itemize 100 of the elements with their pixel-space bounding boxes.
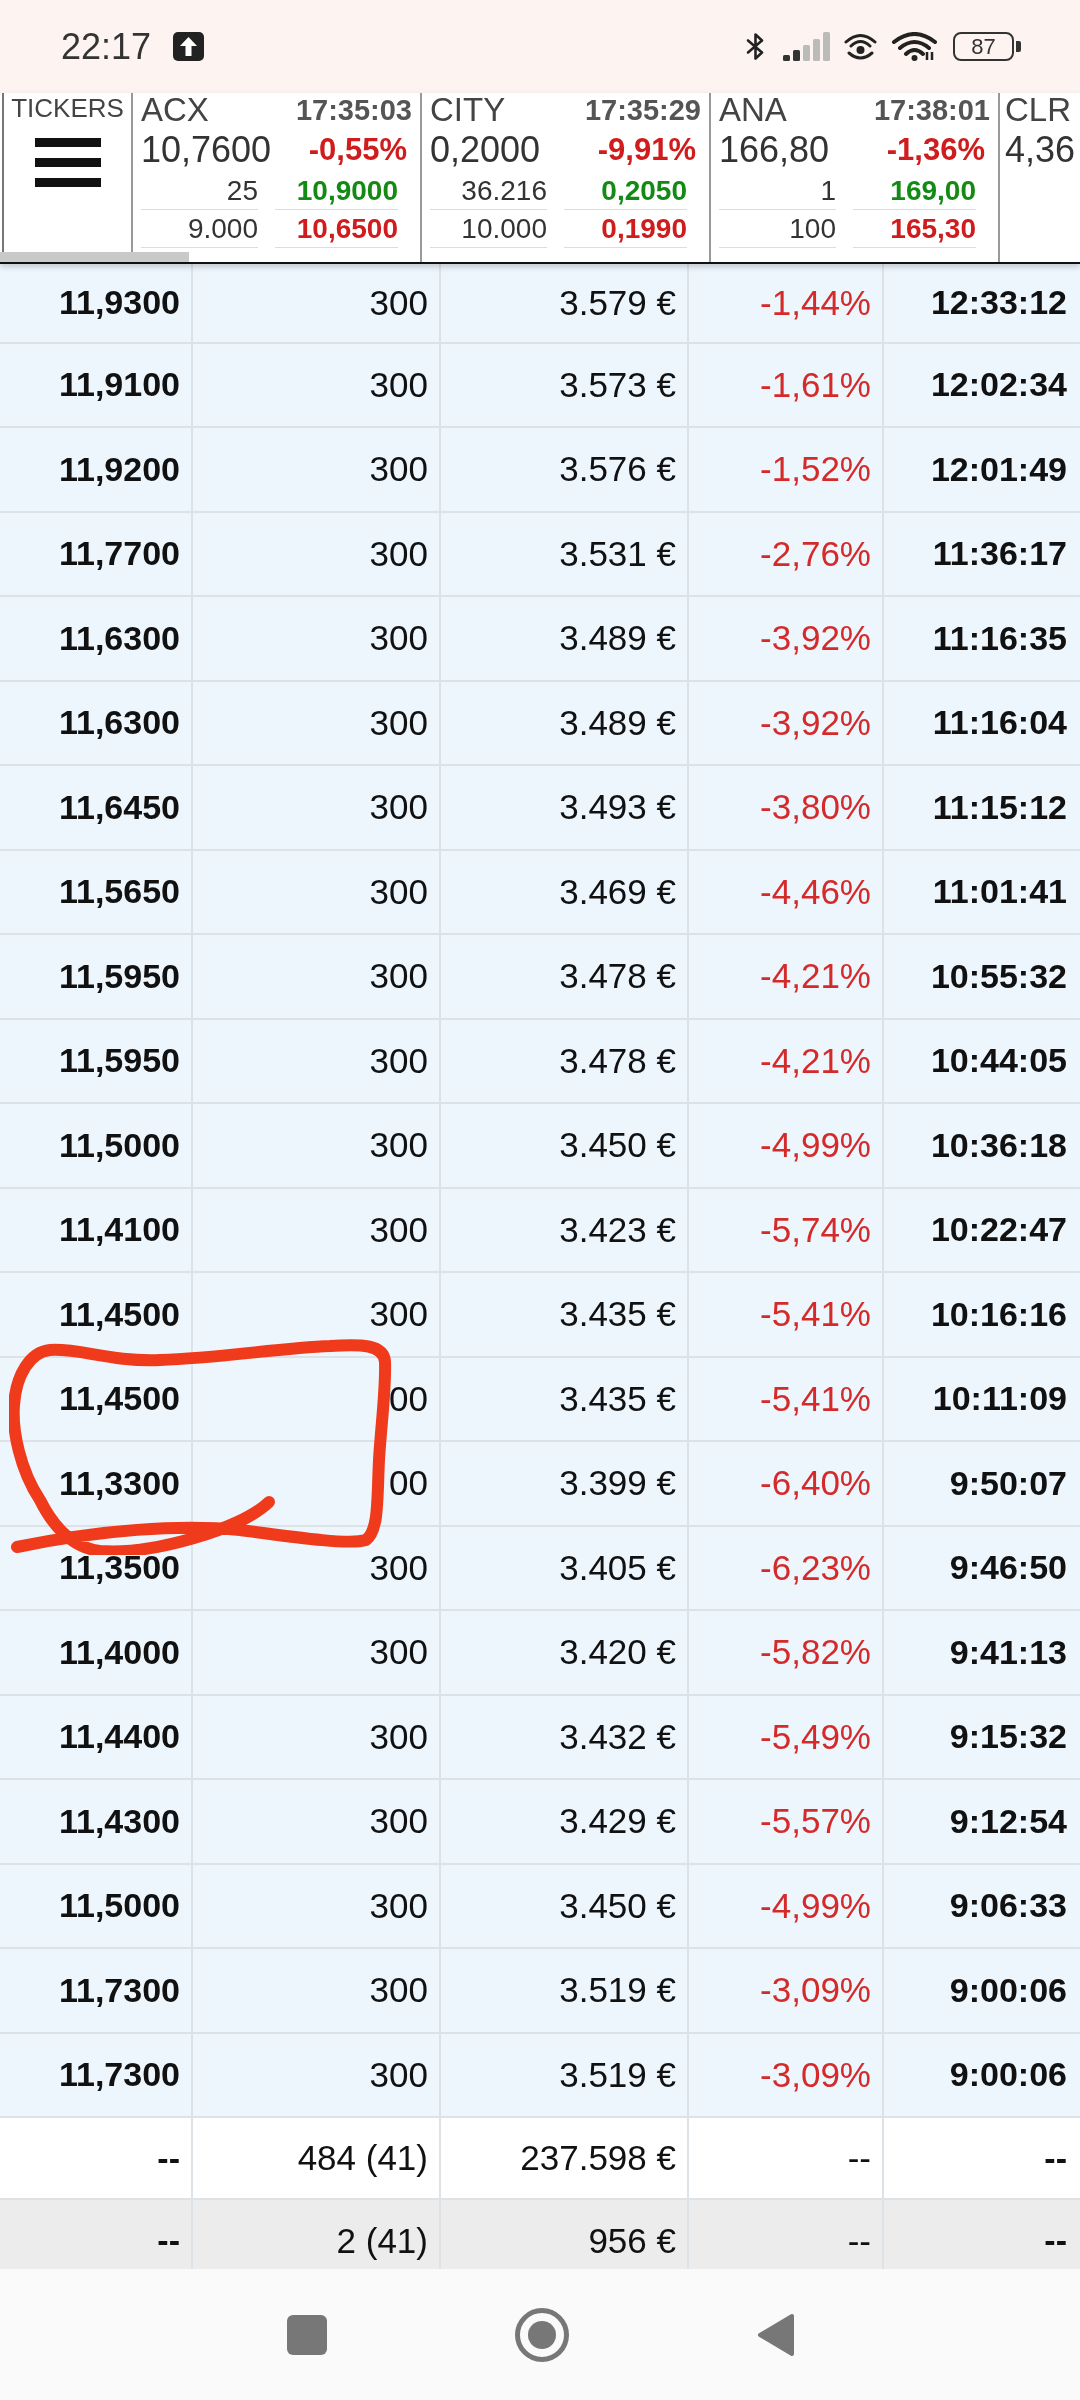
table-cell: 300 (193, 681, 441, 764)
ticker-card[interactable]: CLR 4,36 (1000, 93, 1080, 262)
table-cell: -6,40% (689, 1442, 884, 1525)
table-cell: 11,6300 (0, 597, 193, 680)
back-icon[interactable] (756, 2312, 794, 2357)
table-cell: -2,76% (689, 512, 884, 595)
table-cell-text: 9:12:54 (948, 1800, 1068, 1842)
table-cell: 300 (193, 766, 441, 849)
table-cell: -5,41% (689, 1273, 884, 1356)
battery-indicator: 87 (953, 32, 1021, 61)
quote-size: 1 (719, 173, 836, 210)
table-cell-text: 12:33:12 (929, 282, 1068, 324)
table-cell: 3.493 € (441, 766, 689, 849)
table-cell: -3,09% (689, 2033, 884, 2116)
table-cell: -3,92% (689, 597, 884, 680)
table-cell-text: -- (1043, 2137, 1068, 2179)
ticker-change: -1,36% (886, 132, 986, 168)
quote-price: 10,6500 (275, 210, 398, 248)
table-cell: 11,6300 (0, 681, 193, 764)
recent-apps-icon[interactable] (286, 2314, 327, 2355)
table-cell: -6,23% (689, 1526, 884, 1609)
ticker-card[interactable]: CITY 17:35:29 0,2000 -9,91% 36.216 0,2050 10.000 0,1990 (422, 93, 711, 262)
table-cell: 3.450 € (441, 1104, 689, 1187)
ticker-price: 166,80 (719, 129, 830, 171)
table-cell: 3.399 € (441, 1442, 689, 1525)
table-cell: -4,99% (689, 1864, 884, 1947)
table-cell: -1,61% (689, 343, 884, 426)
table-cell: -1,52% (689, 428, 884, 511)
table-cell: 300 (193, 428, 441, 511)
table-cell: 3.469 € (441, 850, 689, 933)
ticker-symbol: ACX (141, 93, 209, 128)
table-cell-text: 10:55:32 (929, 955, 1068, 997)
table-cell: 11,9200 (0, 428, 193, 511)
table-cell-text: 9:00:06 (948, 2054, 1068, 2096)
table-cell: -3,09% (689, 1949, 884, 2032)
table-cell-text: 10:44:05 (929, 1040, 1068, 1082)
quote-price: 165,30 (853, 210, 976, 248)
table-cell: -5,41% (689, 1357, 884, 1440)
table-cell: -4,21% (689, 935, 884, 1018)
ticker-change: -9,91% (597, 132, 697, 168)
table-cell: 3.576 € (441, 428, 689, 511)
table-cell: 3.579 € (441, 264, 689, 342)
table-cell: -5,82% (689, 1611, 884, 1694)
table-cell-text: 9:41:13 (948, 1631, 1068, 1673)
table-cell-text: 11:01:41 (931, 871, 1068, 913)
table-cell: -4,46% (689, 850, 884, 933)
table-cell-text: 11:15:12 (931, 786, 1068, 828)
table-cell: 300 (193, 343, 441, 426)
table-cell: 11,3300 (0, 1442, 193, 1525)
table-cell: 3.429 € (441, 1780, 689, 1863)
table-cell: -1,44% (689, 264, 884, 342)
table-cell: 11,4400 (0, 1695, 193, 1778)
home-icon[interactable] (514, 2307, 569, 2362)
table-cell-text: 9:46:50 (948, 1547, 1068, 1589)
ticker-change: -0,55% (308, 132, 408, 168)
table-cell: -5,74% (689, 1188, 884, 1271)
table-cell: 300 (193, 512, 441, 595)
table-cell: 00 (193, 1442, 441, 1525)
wifi-icon (891, 32, 938, 61)
table-cell: 11,5650 (0, 850, 193, 933)
table-cell: -4,21% (689, 1019, 884, 1102)
table-cell: 237.598 € (441, 2118, 689, 2198)
table-cell: 300 (193, 2033, 441, 2116)
table-cell: 3.531 € (441, 512, 689, 595)
table-cell: 11,7300 (0, 1949, 193, 2032)
quote-price: 0,1990 (564, 210, 687, 248)
ticker-symbol: ANA (719, 93, 787, 128)
table-cell: 00 (193, 1357, 441, 1440)
table-cell: -3,80% (689, 766, 884, 849)
table-cell: 300 (193, 1780, 441, 1863)
table-cell: 3.435 € (441, 1357, 689, 1440)
ticker-price: 10,7600 (141, 129, 272, 171)
table-cell: 300 (193, 1273, 441, 1356)
radio-waves-icon (843, 32, 878, 61)
table-cell: 11,9100 (0, 343, 193, 426)
quote-price: 169,00 (853, 173, 976, 210)
table-cell: 3.478 € (441, 1019, 689, 1102)
table-cell: 11,4300 (0, 1780, 193, 1863)
ticker-symbol: CLR (1005, 93, 1072, 128)
table-cell: 11,9300 (0, 264, 193, 342)
table-cell: 3.489 € (441, 681, 689, 764)
table-cell: 3.478 € (441, 935, 689, 1018)
table-cell: 300 (193, 1695, 441, 1778)
table-cell: 3.420 € (441, 1611, 689, 1694)
quote-size: 9.000 (141, 210, 258, 248)
table-cell-text: 10:16:16 (929, 1293, 1068, 1335)
table-cell: 300 (193, 850, 441, 933)
table-cell: 3.405 € (441, 1526, 689, 1609)
table-cell: 3.432 € (441, 1695, 689, 1778)
scrollbar-thumb[interactable] (0, 252, 189, 262)
table-cell: 11,5000 (0, 1104, 193, 1187)
table-cell: 3.489 € (441, 597, 689, 680)
ticker-card[interactable]: ANA 17:38:01 166,80 -1,36% 1 169,00 100 165,30 (711, 93, 1000, 262)
table-cell: 11,6450 (0, 766, 193, 849)
ticker-time: 17:35:03 (295, 93, 412, 127)
menu-icon[interactable] (34, 138, 101, 187)
table-cell: 11,7300 (0, 2033, 193, 2116)
table-cell-text: 11:36:17 (931, 533, 1068, 575)
table-cell: 300 (193, 1864, 441, 1947)
quote-price: 10,9000 (275, 173, 398, 210)
